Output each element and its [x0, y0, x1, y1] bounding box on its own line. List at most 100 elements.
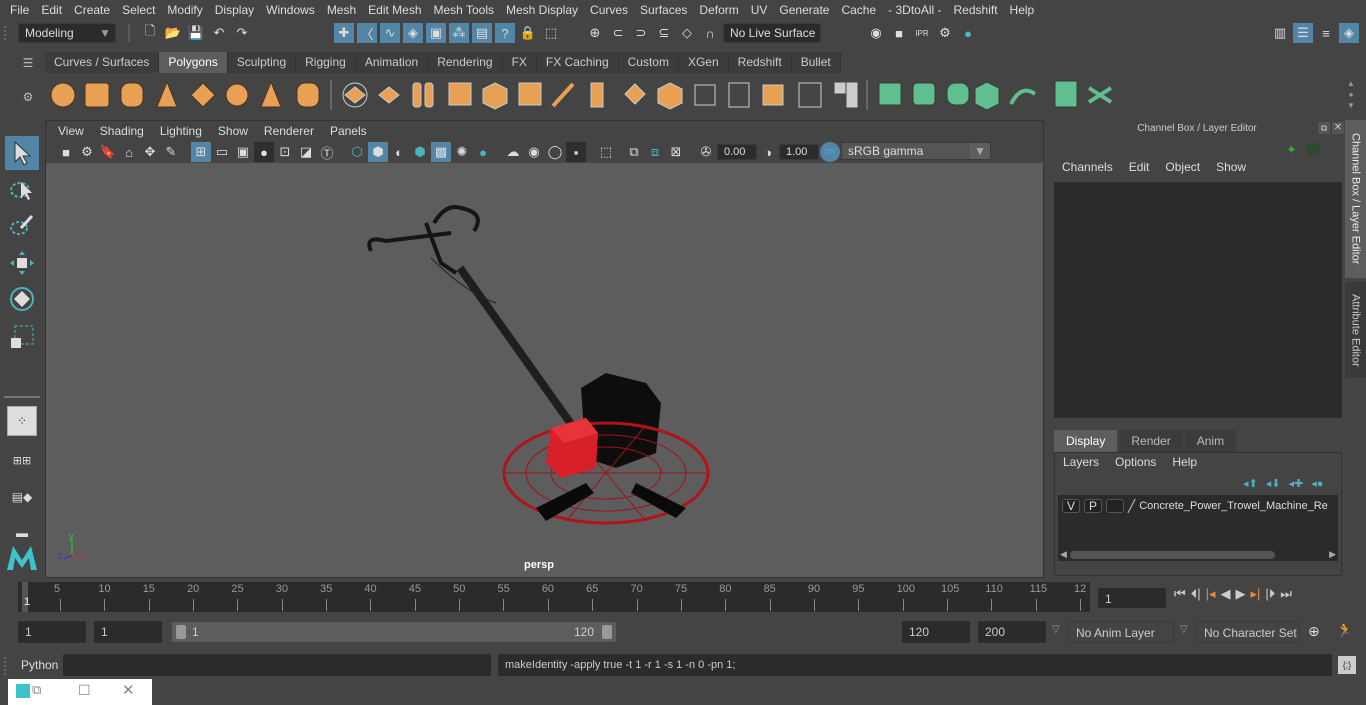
anim-layer-dropdown[interactable]: No Anim Layer	[1068, 621, 1174, 643]
textured-icon[interactable]: ▩	[431, 142, 451, 162]
range-start-handle[interactable]	[176, 625, 186, 639]
color-space-dropdown[interactable]: sRGB gamma ▼	[841, 142, 991, 160]
layer-tab-anim[interactable]: Anim	[1184, 430, 1237, 452]
screen-space-ao-icon[interactable]: ☁	[503, 142, 523, 162]
channel-list[interactable]	[1054, 182, 1342, 418]
layer-menu-options[interactable]: Options	[1107, 455, 1164, 469]
new-layer-selected-icon[interactable]: ◂●	[1311, 477, 1323, 490]
menu-edit-mesh[interactable]: Edit Mesh	[362, 0, 427, 20]
shelf-tab-xgen[interactable]: XGen	[678, 52, 729, 73]
depth-of-field-icon[interactable]: ▪	[566, 142, 586, 162]
camera-attributes-icon[interactable]: ⚙	[77, 142, 97, 162]
viewport-menu-shading[interactable]: Shading	[92, 124, 152, 138]
attribute-editor-toggle-icon[interactable]: ☰	[1293, 23, 1313, 43]
step-forward-frame-icon[interactable]: |⏵	[1265, 586, 1275, 602]
menu-3dtoall[interactable]: - 3DtoAll -	[882, 0, 947, 20]
safe-action-icon[interactable]: ◪	[296, 142, 316, 162]
lasso-tool-icon[interactable]	[5, 172, 39, 206]
live-surface-field[interactable]: No Live Surface	[723, 23, 821, 43]
go-to-end-icon[interactable]: ⏭	[1280, 586, 1292, 602]
viewport-menu-lighting[interactable]: Lighting	[152, 124, 210, 138]
default-material-icon[interactable]: ◐	[389, 142, 409, 162]
ipr-render-icon[interactable]: IPR	[912, 23, 932, 43]
side-tab-channel-box[interactable]: Channel Box / Layer Editor	[1345, 120, 1366, 278]
menu-mesh-display[interactable]: Mesh Display	[500, 0, 584, 20]
image-plane-icon[interactable]: ⌂	[119, 142, 139, 162]
menu-display[interactable]: Display	[209, 0, 260, 20]
viewport-3d[interactable]: y x z persp	[46, 163, 1043, 577]
snap-live-icon[interactable]: ∩	[700, 23, 720, 43]
four-view-layout-icon[interactable]: ⊞⊞	[5, 444, 39, 478]
grease-pencil-icon[interactable]: ✎	[161, 142, 181, 162]
menu-mesh-tools[interactable]: Mesh Tools	[428, 0, 500, 20]
wireframe-icon[interactable]: ⬡	[347, 142, 367, 162]
menu-surfaces[interactable]: Surfaces	[634, 0, 693, 20]
single-perspective-layout-icon[interactable]: ⁘	[7, 406, 37, 436]
chevron-down-icon[interactable]: ▽	[1052, 624, 1060, 635]
layer-visibility-toggle[interactable]: V	[1062, 499, 1080, 513]
move-layer-up-icon[interactable]: ◂⬆	[1243, 477, 1258, 490]
script-editor-icon[interactable]: {;}	[1338, 656, 1356, 674]
menu-create[interactable]: Create	[68, 0, 116, 20]
layer-color-icon[interactable]: ╱	[1128, 499, 1135, 513]
menu-uv[interactable]: UV	[745, 0, 774, 20]
channel-box-menu-object[interactable]: Object	[1157, 160, 1208, 174]
command-input[interactable]	[63, 654, 491, 676]
animation-preferences-icon[interactable]: 🏃	[1336, 622, 1353, 639]
move-tool-icon[interactable]	[5, 246, 39, 280]
use-all-lights-icon[interactable]: ✺	[452, 142, 472, 162]
select-by-hierarchy-icon[interactable]: ✚	[334, 23, 354, 43]
layer-tab-display[interactable]: Display	[1054, 430, 1118, 452]
field-chart-icon[interactable]: ⊡	[275, 142, 295, 162]
exposure-field[interactable]: 0.00	[717, 144, 757, 160]
menu-help[interactable]: Help	[1004, 0, 1041, 20]
channel-box-menu-channels[interactable]: Channels	[1054, 160, 1121, 174]
range-end-handle[interactable]	[602, 625, 612, 639]
playback-start-field[interactable]: 1	[94, 621, 162, 643]
menu-curves[interactable]: Curves	[584, 0, 634, 20]
shelf-tab-animation[interactable]: Animation	[355, 52, 429, 73]
layer-name[interactable]: Concrete_Power_Trowel_Machine_Re	[1139, 500, 1328, 512]
select-tool-icon[interactable]	[5, 136, 39, 170]
play-backwards-icon[interactable]: ◀	[1221, 586, 1231, 602]
resolution-gate-icon[interactable]: ▣	[233, 142, 253, 162]
menu-cache[interactable]: Cache	[835, 0, 882, 20]
xray-active-icon[interactable]: ⊠	[666, 142, 686, 162]
step-forward-key-icon[interactable]: ▸|	[1251, 586, 1261, 602]
go-to-start-icon[interactable]: ⏮	[1174, 586, 1186, 602]
auto-key-icon[interactable]: ⊕	[1308, 623, 1320, 640]
menu-redshift[interactable]: Redshift	[948, 0, 1004, 20]
viewport-menu-view[interactable]: View	[50, 124, 92, 138]
scroll-left-icon[interactable]: ◀	[1060, 549, 1067, 560]
layer-type-toggle[interactable]	[1106, 499, 1124, 513]
redo-icon[interactable]: ↷	[232, 23, 252, 43]
start-time-field[interactable]: 1	[18, 621, 86, 643]
shelf-menu-icon[interactable]: ☰	[18, 56, 38, 76]
select-misc-icon[interactable]: ?	[495, 23, 515, 43]
channel-box-menu-edit[interactable]: Edit	[1121, 160, 1158, 174]
grid-toggle-icon[interactable]: ⊞	[191, 142, 211, 162]
shelf-tab-curves-surfaces[interactable]: Curves / Surfaces	[45, 52, 160, 73]
menu-modify[interactable]: Modify	[161, 0, 208, 20]
select-vertex-icon[interactable]: ◈	[403, 23, 423, 43]
time-slider[interactable]: 1 5 10 15 20 25 30 35 40 45 50 55 60 65 70 75 80 85 90 95 1…	[18, 582, 1090, 612]
range-slider[interactable]: 1 120	[172, 622, 616, 642]
viewport-menu-renderer[interactable]: Renderer	[256, 124, 322, 138]
snap-grid-icon[interactable]: ⊕	[585, 23, 605, 43]
shelf-tab-fx-caching[interactable]: FX Caching	[536, 52, 619, 73]
new-layer-icon[interactable]: ◂✚	[1289, 477, 1304, 490]
scroll-thumb[interactable]	[1070, 551, 1275, 559]
layer-tab-render[interactable]: Render	[1119, 430, 1183, 452]
select-face-icon[interactable]: ⁂	[449, 23, 469, 43]
float-panel-icon[interactable]: ⧉	[1318, 122, 1330, 134]
wireframe-on-shaded-icon[interactable]: ⬢	[410, 142, 430, 162]
tool-settings-icon[interactable]: ≡	[1316, 23, 1336, 43]
character-set-dropdown[interactable]: No Character Set	[1196, 621, 1300, 643]
scroll-right-icon[interactable]: ▶	[1329, 549, 1336, 560]
shadows-icon[interactable]: ●	[473, 142, 493, 162]
drag-handle[interactable]	[4, 26, 12, 40]
shelf-tab-rendering[interactable]: Rendering	[428, 52, 503, 73]
scale-tool-icon[interactable]	[5, 320, 39, 354]
snap-surface-icon[interactable]: ◇	[677, 23, 697, 43]
snap-point-icon[interactable]: ⊃	[631, 23, 651, 43]
